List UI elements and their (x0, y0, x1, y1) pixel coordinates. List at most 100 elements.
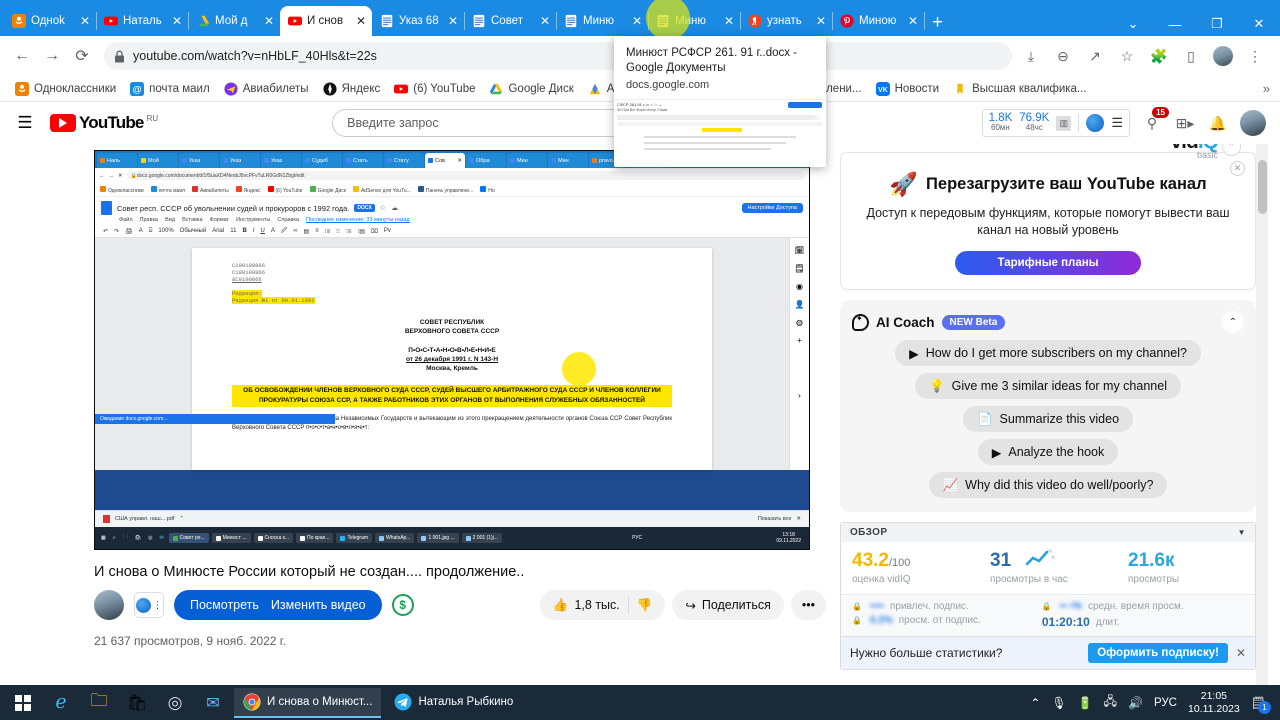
browser-tab[interactable]: Миною ✕ (832, 6, 925, 36)
more-actions-button[interactable]: ••• (790, 590, 826, 620)
stats-header[interactable]: ОБЗОР ▼ (841, 523, 1255, 542)
windows-icon[interactable] (6, 688, 40, 718)
bookmark-item[interactable]: Яндекс (316, 80, 388, 98)
browser-tab[interactable]: Указ 68 ✕ (372, 6, 465, 36)
ai-coach-chip[interactable]: ▶ How do I get more subscribers on my cha… (895, 340, 1201, 366)
thumbs-down-icon[interactable]: 👎 (637, 598, 653, 613)
vidiq-logo-icon[interactable] (1086, 114, 1105, 132)
ai-coach-chip[interactable]: 📄 Summarize this video (962, 406, 1134, 432)
bookmark-item[interactable]: Авиабилеты (217, 80, 316, 98)
taskbar-app-telegram[interactable]: Наталья Рыбкино (385, 688, 522, 718)
youtube-logo[interactable]: YouTube RU (50, 114, 158, 132)
video-player[interactable]: Наль Мой Указ Указ Указ Судеб Стать Стат… (94, 150, 810, 550)
locked-label: просм. от подпис. (898, 615, 981, 626)
store-icon[interactable]: 🛍 (120, 688, 154, 718)
volume-icon[interactable]: 🔊 (1128, 696, 1143, 710)
profile-avatar[interactable] (1212, 45, 1234, 67)
tab-close-icon[interactable]: ✕ (448, 14, 458, 28)
ai-coach-chip[interactable]: ▶ Analyze the hook (977, 439, 1119, 465)
zoom-out-icon[interactable]: ⊖ (1052, 45, 1074, 67)
like-button[interactable]: 👍 1,8 тыс. 👎 (539, 590, 666, 620)
browser-tab-hovered[interactable]: Миню ✕ (556, 6, 649, 36)
scrollbar-thumb[interactable] (1258, 160, 1267, 214)
edge-icon[interactable]: ℯ (44, 688, 78, 718)
tab-close-icon[interactable]: ✕ (172, 14, 182, 28)
taskbar-clock[interactable]: 21:05 10.11.2023 (1188, 690, 1240, 716)
bookmark-item[interactable]: VK Новости (869, 80, 947, 98)
edit-video-button[interactable]: Изменить видео (271, 598, 366, 612)
watch-button[interactable]: Посмотреть (190, 598, 259, 612)
ai-coach-chip[interactable]: 💡 Give me 3 similar ideas for my channel (915, 373, 1181, 399)
network-icon[interactable]: 🖧 (1104, 692, 1117, 713)
browser-tabstrip: Одноk ✕ Наталь ✕ Мой д ✕ И снов ✕ Указ 6… (0, 0, 1280, 40)
tab-search-icon[interactable]: ⌄ (1112, 16, 1154, 32)
browser-tab[interactable]: Наталь ✕ (96, 6, 189, 36)
battery-icon[interactable]: 🔋 (1078, 696, 1093, 710)
tab-close-icon[interactable]: ✕ (540, 14, 550, 28)
back-button[interactable]: ← (8, 42, 36, 70)
mail-icon[interactable]: ✉ (196, 688, 230, 718)
taskbar-app-chrome[interactable]: И снова о Минюст... (234, 687, 382, 718)
extensions-icon[interactable]: 🧩 (1148, 45, 1170, 67)
share-button[interactable]: ↪ Поделиться (672, 590, 784, 620)
vidiq-chart-icon[interactable]: ▥ (1056, 115, 1072, 131)
bookmark-item[interactable]: Google Диск (482, 80, 580, 98)
tab-close-icon[interactable]: ✕ (356, 14, 366, 28)
chevron-down-icon[interactable]: ▼ (1238, 528, 1246, 537)
maximize-button[interactable]: ❐ (1196, 16, 1238, 32)
chevron-up-icon[interactable]: ⌃ (1222, 311, 1244, 333)
forward-button[interactable]: → (38, 42, 66, 70)
bookmark-item[interactable]: Высшая квалифика... (946, 80, 1093, 98)
share-arrow-icon: ↪ (685, 598, 696, 613)
reload-button[interactable]: ⟳ (68, 42, 96, 70)
hamburger-icon[interactable]: ☰ (14, 113, 36, 133)
bookmark-item[interactable]: @ почта маил (123, 80, 217, 98)
vidiq-video-button[interactable]: ⋮ (134, 592, 164, 618)
microphone-icon[interactable]: 🎙 (1051, 696, 1066, 710)
dollar-icon[interactable]: $ (391, 594, 414, 616)
plans-button[interactable]: Тарифные планы (955, 251, 1141, 275)
watch-edit-buttons[interactable]: Посмотреть Изменить видео (174, 590, 382, 620)
language-indicator[interactable]: РУС (1154, 697, 1177, 709)
share-icon[interactable]: ↗ (1084, 45, 1106, 67)
chrome-menu-icon[interactable]: ⋮ (1244, 45, 1266, 67)
banner-close-icon[interactable]: ✕ (1236, 646, 1246, 660)
ai-coach-chip[interactable]: 📈 Why did this video do well/poorly? (928, 472, 1168, 498)
close-icon[interactable]: ✕ (1230, 161, 1245, 176)
browser-tab[interactable]: Миню ✕ (648, 6, 741, 36)
notifications-icon[interactable]: 🔔 (1207, 112, 1229, 134)
explorer-icon[interactable]: 🗀 (82, 688, 116, 718)
sidepanel-icon[interactable]: ▯ (1180, 45, 1202, 67)
channel-avatar[interactable] (94, 590, 124, 620)
new-tab-button[interactable]: + (932, 13, 943, 32)
tab-close-icon[interactable]: ✕ (80, 14, 90, 28)
page-scrollbar[interactable] (1256, 144, 1268, 685)
bookmarks-overflow-button[interactable]: » (1263, 81, 1272, 96)
minimize-button[interactable]: — (1154, 17, 1196, 32)
browser-tab[interactable]: Одноk ✕ (4, 6, 97, 36)
subscribe-button[interactable]: Оформить подписку! (1088, 643, 1228, 663)
document-icon: 📄 (976, 411, 993, 426)
bookmark-item[interactable]: (6) YouTube (387, 80, 482, 98)
account-avatar[interactable] (1240, 110, 1266, 136)
notifications-icon[interactable]: 🗒 1 (1251, 696, 1271, 714)
obs-icon[interactable]: ◎ (158, 688, 192, 718)
upload-icon[interactable]: ⚲ 15 (1141, 107, 1169, 134)
tab-close-icon[interactable]: ✕ (264, 14, 274, 28)
vidiq-menu-icon[interactable]: ☰ (1111, 115, 1123, 131)
browser-tab[interactable]: узнать ✕ (740, 6, 833, 36)
browser-tab[interactable]: Совет ✕ (464, 6, 557, 36)
show-hidden-icon[interactable]: ⌃ (1030, 696, 1040, 710)
downloads-icon[interactable]: ⤓ (1020, 45, 1042, 67)
address-bar[interactable]: youtube.com/watch?v=nHbLF_40Hls&t=22s (104, 42, 1012, 70)
bookmark-star-icon[interactable]: ☆ (1116, 45, 1138, 67)
browser-tab[interactable]: Мой д ✕ (188, 6, 281, 36)
tab-close-icon[interactable]: ✕ (816, 14, 826, 28)
tab-close-icon[interactable]: ✕ (908, 14, 918, 28)
close-window-button[interactable]: ✕ (1238, 16, 1280, 32)
bookmark-item[interactable]: Одноклассники (8, 80, 123, 98)
tab-close-icon[interactable]: ✕ (724, 14, 734, 28)
create-video-icon[interactable]: ⊞▸ (1174, 112, 1196, 134)
tab-close-icon[interactable]: ✕ (632, 14, 642, 28)
browser-tab-active[interactable]: И снов ✕ (280, 6, 372, 36)
